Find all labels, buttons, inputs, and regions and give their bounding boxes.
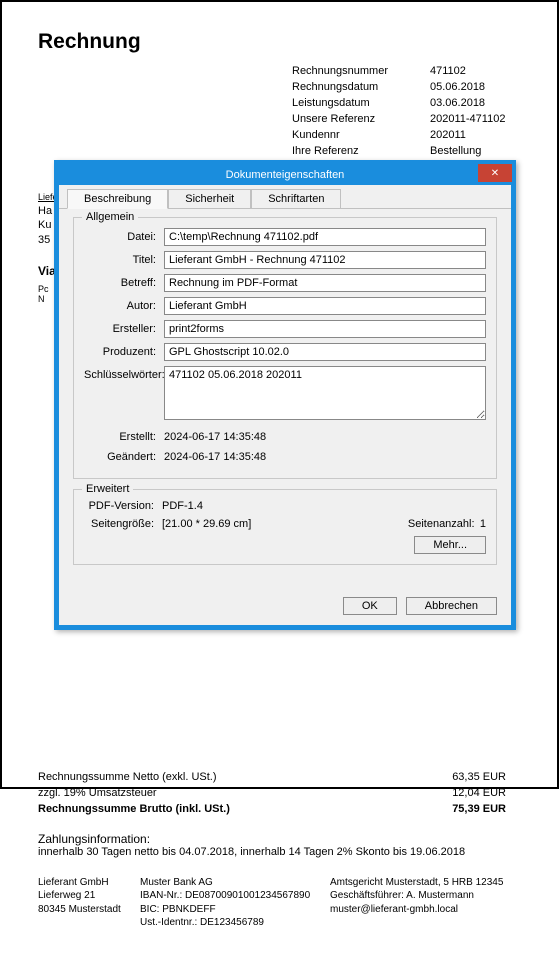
page-count-value: 1 (480, 518, 486, 530)
info-label: Rechnungsnummer (292, 64, 430, 80)
tab-security[interactable]: Sicherheit (168, 189, 251, 208)
info-value: 202011-471102 (430, 112, 521, 128)
tabs: Beschreibung Sicherheit Schriftarten (59, 185, 511, 209)
field-label: Seitenanzahl: (408, 518, 480, 530)
page-title: Rechnung (38, 30, 521, 54)
more-button[interactable]: Mehr... (414, 536, 486, 554)
created-value: 2024-06-17 14:35:48 (164, 428, 486, 443)
title-field[interactable] (164, 251, 486, 269)
sum-label: Rechnungssumme Netto (exkl. USt.) (38, 770, 426, 786)
field-label: PDF-Version: (84, 500, 162, 512)
field-label: Autor: (84, 297, 164, 312)
field-label: Produzent: (84, 343, 164, 358)
keywords-field[interactable] (164, 366, 486, 420)
tab-description[interactable]: Beschreibung (67, 189, 168, 209)
sum-value: 12,04 EUR (426, 786, 506, 802)
ok-button[interactable]: OK (343, 597, 397, 615)
info-value: 05.06.2018 (430, 80, 521, 96)
creator-field[interactable] (164, 320, 486, 338)
dialog-title: Dokumenteigenschaften (226, 169, 345, 181)
sum-label: Rechnungssumme Brutto (inkl. USt.) (38, 802, 426, 818)
dialog-buttons: OK Abbrechen (59, 587, 511, 625)
close-icon: ✕ (491, 168, 499, 179)
close-button[interactable]: ✕ (478, 164, 512, 182)
info-value: 03.06.2018 (430, 96, 521, 112)
cancel-button[interactable]: Abbrechen (406, 597, 497, 615)
dialog-titlebar[interactable]: Dokumenteigenschaften ✕ (59, 165, 511, 185)
sum-value: 63,35 EUR (426, 770, 506, 786)
field-label: Erstellt: (84, 428, 164, 443)
info-label: Leistungsdatum (292, 96, 430, 112)
fieldset-extended: Erweitert PDF-Version: PDF-1.4 Seitengrö… (73, 489, 497, 565)
field-label: Datei: (84, 228, 164, 243)
invoice-info-block: Rechnungsnummer471102 Rechnungsdatum05.0… (292, 64, 521, 176)
page-footer: Lieferant GmbH Lieferweg 21 80345 Muster… (38, 876, 521, 930)
modified-value: 2024-06-17 14:35:48 (164, 448, 486, 463)
info-value: 202011 (430, 128, 521, 144)
author-field[interactable] (164, 297, 486, 315)
legend-extended: Erweitert (82, 483, 133, 495)
info-label: Unsere Referenz (292, 112, 430, 128)
info-value: 471102 (430, 64, 521, 80)
legend-general: Allgemein (82, 211, 138, 223)
fieldset-general: Allgemein Datei: Titel: Betreff: Autor: … (73, 217, 497, 479)
field-label: Schlüsselwörter: (84, 366, 164, 381)
info-label: Rechnungsdatum (292, 80, 430, 96)
dialog-content: Allgemein Datei: Titel: Betreff: Autor: … (59, 209, 511, 587)
field-label: Seitengröße: (84, 518, 162, 530)
field-label: Betreff: (84, 274, 164, 289)
field-label: Titel: (84, 251, 164, 266)
producer-field[interactable] (164, 343, 486, 361)
payment-info-text: innerhalb 30 Tagen netto bis 04.07.2018,… (38, 846, 521, 858)
subject-field[interactable] (164, 274, 486, 292)
page-size-value: [21.00 * 29.69 cm] (162, 518, 408, 530)
sum-label: zzgl. 19% Umsatzsteuer (38, 786, 426, 802)
info-label: Kundennr (292, 128, 430, 144)
pdf-version-value: PDF-1.4 (162, 500, 486, 512)
sum-value: 75,39 EUR (426, 802, 506, 818)
field-label: Geändert: (84, 448, 164, 463)
payment-info-title: Zahlungsinformation: (38, 832, 521, 846)
file-field[interactable] (164, 228, 486, 246)
field-label: Ersteller: (84, 320, 164, 335)
summary-block: Rechnungssumme Netto (exkl. USt.)63,35 E… (38, 770, 521, 818)
tab-fonts[interactable]: Schriftarten (251, 189, 341, 208)
document-properties-dialog: Dokumenteigenschaften ✕ Beschreibung Sic… (54, 160, 516, 630)
